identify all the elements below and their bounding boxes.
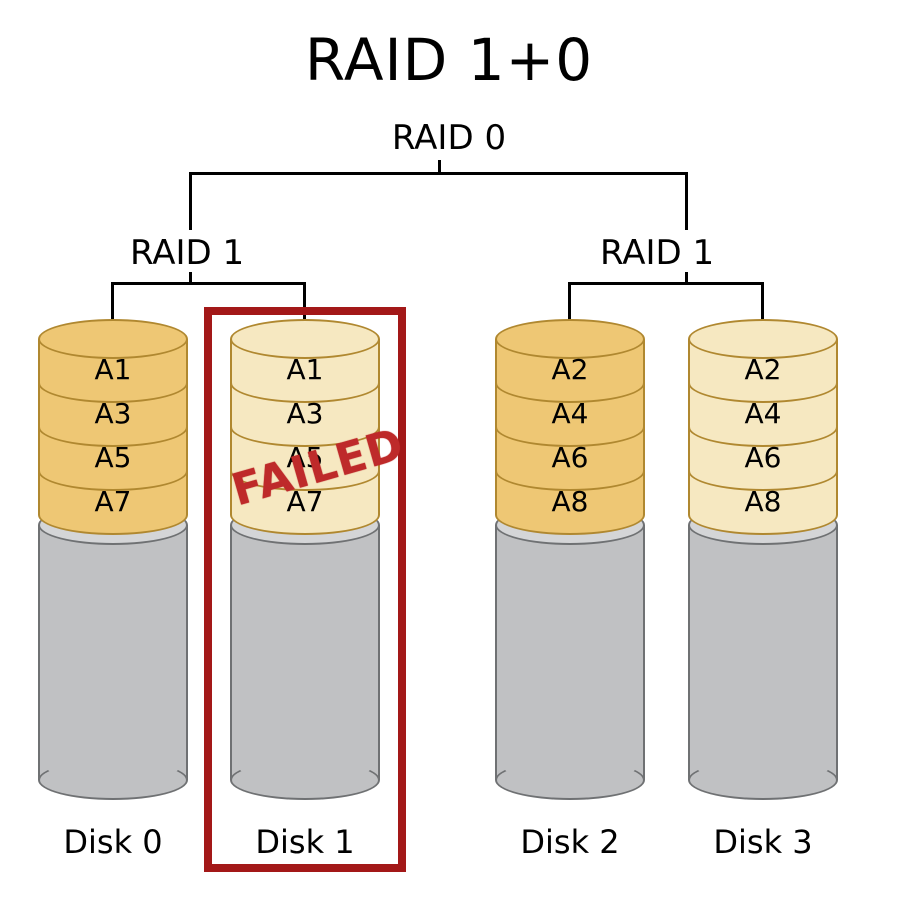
disk-body-bottom xyxy=(38,760,188,800)
disk-0: A7A5A3A1 xyxy=(38,319,188,804)
disk-top-cap xyxy=(230,319,380,359)
disk-3: A8A6A4A2 xyxy=(688,319,838,804)
raid-diagram: { "title": "RAID 1+0", "labels": { "raid… xyxy=(0,0,898,898)
disk-label-0: Disk 0 xyxy=(28,823,198,861)
disk-label-1: Disk 1 xyxy=(220,823,390,861)
disk-body xyxy=(230,525,380,780)
disk-1: A7A5A3A1 xyxy=(230,319,380,804)
raid1r-hbar xyxy=(568,282,762,285)
disk-label-2: Disk 2 xyxy=(485,823,655,861)
disk-body-bottom xyxy=(688,760,838,800)
raid1-right-label: RAID 1 xyxy=(600,233,714,273)
disk-body xyxy=(688,525,838,780)
disk-top-cap xyxy=(495,319,645,359)
disk-body-bottom xyxy=(495,760,645,800)
disk-label-3: Disk 3 xyxy=(678,823,848,861)
disk-2: A8A6A4A2 xyxy=(495,319,645,804)
raid0-label: RAID 0 xyxy=(0,118,898,158)
raid1-left-label: RAID 1 xyxy=(130,233,244,273)
diagram-title: RAID 1+0 xyxy=(0,26,898,94)
disk-top-cap xyxy=(38,319,188,359)
disk-top-cap xyxy=(688,319,838,359)
disk-body xyxy=(495,525,645,780)
raid0-hbar xyxy=(189,172,687,175)
raid0-drop-left xyxy=(189,172,192,230)
raid0-drop-right xyxy=(685,172,688,230)
disk-body xyxy=(38,525,188,780)
raid1l-hbar xyxy=(111,282,304,285)
disk-body-bottom xyxy=(230,760,380,800)
